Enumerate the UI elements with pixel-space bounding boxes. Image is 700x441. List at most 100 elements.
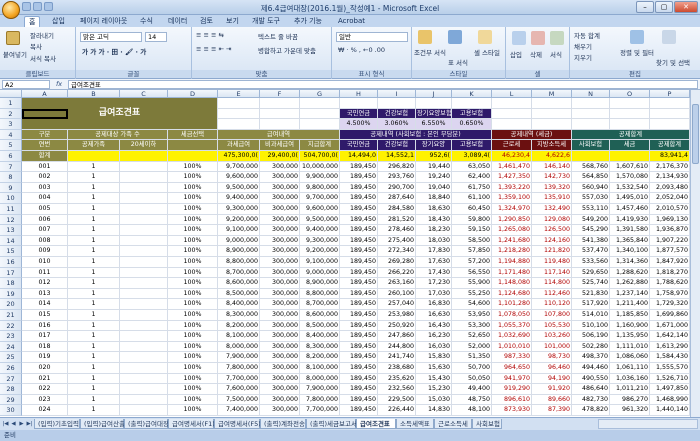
data-cell[interactable]: 250,920	[378, 320, 416, 332]
total-cell[interactable]	[120, 151, 168, 162]
data-cell[interactable]: 300,000	[260, 310, 300, 321]
data-cell[interactable]: 2,010,570	[650, 204, 690, 215]
data-cell[interactable]: 263,160	[378, 278, 416, 289]
data-cell[interactable]: 53,950	[452, 310, 492, 321]
data-cell[interactable]: 100%	[168, 267, 218, 279]
tab-home[interactable]: 홈	[24, 16, 41, 27]
data-cell[interactable]: 100%	[168, 299, 218, 310]
empty-cell[interactable]	[218, 119, 260, 130]
data-cell[interactable]: 541,380	[572, 235, 610, 247]
column-header[interactable]: N	[572, 90, 610, 98]
data-cell[interactable]: 1	[68, 310, 120, 321]
data-cell[interactable]: 132,490	[532, 204, 572, 215]
sheet-tab[interactable]: 급여명세서(F5)	[214, 419, 261, 429]
data-cell[interactable]: 1,393,220	[492, 182, 532, 194]
number-format-icons[interactable]: ₩ · % , ←0 .00	[338, 46, 385, 54]
row-header[interactable]: 29	[0, 394, 22, 406]
format-cell-button[interactable]: 서식	[550, 49, 562, 59]
data-cell[interactable]: 300,000	[260, 394, 300, 406]
data-cell[interactable]: 011	[22, 267, 68, 279]
data-cell[interactable]: 1	[68, 235, 120, 247]
minimize-button[interactable]: –	[636, 1, 654, 13]
data-cell[interactable]: 300,000	[260, 320, 300, 332]
data-cell[interactable]: 241,740	[378, 352, 416, 363]
empty-cell[interactable]	[650, 119, 690, 130]
data-cell[interactable]: 896,610	[492, 394, 532, 406]
data-cell[interactable]: 55,900	[452, 278, 492, 289]
find-select-button[interactable]: 찾기 및 선택	[656, 57, 690, 67]
data-cell[interactable]: 129,080	[532, 214, 572, 226]
empty-cell[interactable]	[492, 98, 532, 109]
data-cell[interactable]: 1,237,140	[610, 288, 650, 300]
data-cell[interactable]: 008	[22, 235, 68, 247]
data-cell[interactable]: 1	[68, 331, 120, 342]
data-cell[interactable]: 482,730	[572, 394, 610, 406]
row-header[interactable]: 28	[0, 384, 22, 395]
data-cell[interactable]: 1,907,220	[650, 235, 690, 247]
row-header[interactable]: 7	[0, 161, 22, 173]
row-header[interactable]: 4	[0, 129, 22, 141]
data-cell[interactable]: 9,300,000	[300, 235, 340, 247]
column-title[interactable]: 건강보험	[378, 140, 416, 151]
data-cell[interactable]: 022	[22, 384, 68, 395]
data-cell[interactable]: 1,365,840	[610, 235, 650, 247]
data-cell[interactable]: 9,000,000	[300, 267, 340, 279]
data-cell[interactable]	[120, 320, 168, 332]
data-cell[interactable]: 560,940	[572, 182, 610, 194]
data-cell[interactable]: 9,500,000	[300, 214, 340, 226]
empty-cell[interactable]	[532, 119, 572, 130]
data-cell[interactable]: 517,920	[572, 299, 610, 310]
data-cell[interactable]: 009	[22, 246, 68, 257]
sheet-tab[interactable]: (입력)기초입력	[34, 419, 80, 429]
data-cell[interactable]: 189,450	[340, 320, 378, 332]
data-cell[interactable]: 300,000	[260, 352, 300, 363]
data-cell[interactable]	[120, 172, 168, 183]
data-cell[interactable]: 1	[68, 246, 120, 257]
data-cell[interactable]: 189,450	[340, 214, 378, 226]
data-cell[interactable]: 100%	[168, 204, 218, 215]
data-cell[interactable]: 2,052,040	[650, 193, 690, 204]
data-cell[interactable]: 986,270	[610, 394, 650, 406]
row-header[interactable]: 20	[0, 299, 22, 310]
data-cell[interactable]: 300,000	[260, 257, 300, 268]
column-header[interactable]: G	[300, 90, 340, 98]
data-cell[interactable]: 1,495,010	[610, 193, 650, 204]
data-cell[interactable]: 1,642,140	[650, 331, 690, 342]
tab-review[interactable]: 검토	[196, 16, 217, 27]
data-cell[interactable]: 9,700,000	[300, 193, 340, 204]
data-cell[interactable]: 105,530	[532, 320, 572, 332]
data-cell[interactable]: 287,640	[378, 193, 416, 204]
data-cell[interactable]: 269,280	[378, 257, 416, 268]
data-cell[interactable]: 1,847,920	[650, 257, 690, 268]
rate-label[interactable]: 고용보험	[452, 108, 492, 120]
data-cell[interactable]: 019	[22, 352, 68, 363]
column-title[interactable]: 장기요양	[416, 140, 452, 151]
rate-value[interactable]: 3.060%	[378, 119, 416, 130]
clear-button[interactable]: 지우기	[574, 52, 592, 62]
data-cell[interactable]: 012	[22, 278, 68, 289]
data-cell[interactable]: 100%	[168, 161, 218, 173]
row-header[interactable]: 22	[0, 320, 22, 332]
data-cell[interactable]: 272,340	[378, 246, 416, 257]
data-cell[interactable]: 100%	[168, 405, 218, 416]
data-cell[interactable]: 15,630	[416, 363, 452, 374]
data-cell[interactable]: 1,148,080	[492, 278, 532, 289]
data-cell[interactable]: 58,500	[452, 235, 492, 247]
total-cell[interactable]	[572, 151, 610, 162]
data-cell[interactable]	[120, 182, 168, 194]
data-cell[interactable]: 119,480	[532, 257, 572, 268]
data-cell[interactable]: 004	[22, 193, 68, 204]
data-cell[interactable]: 300,000	[260, 235, 300, 247]
rate-value[interactable]: 6.550%	[416, 119, 452, 130]
column-title[interactable]: 공제합계	[650, 140, 690, 151]
data-cell[interactable]: 1,570,080	[610, 172, 650, 183]
data-cell[interactable]: 290,700	[378, 182, 416, 194]
data-cell[interactable]: 260,100	[378, 288, 416, 300]
row-header[interactable]: 26	[0, 363, 22, 374]
data-cell[interactable]: 545,290	[572, 225, 610, 236]
sheet-tab[interactable]: (출력)계좌전송	[260, 419, 306, 429]
data-cell[interactable]: 100%	[168, 310, 218, 321]
font-size-select[interactable]: 14	[145, 32, 167, 42]
data-cell[interactable]: 17,030	[416, 288, 452, 300]
row-header[interactable]: 27	[0, 373, 22, 385]
